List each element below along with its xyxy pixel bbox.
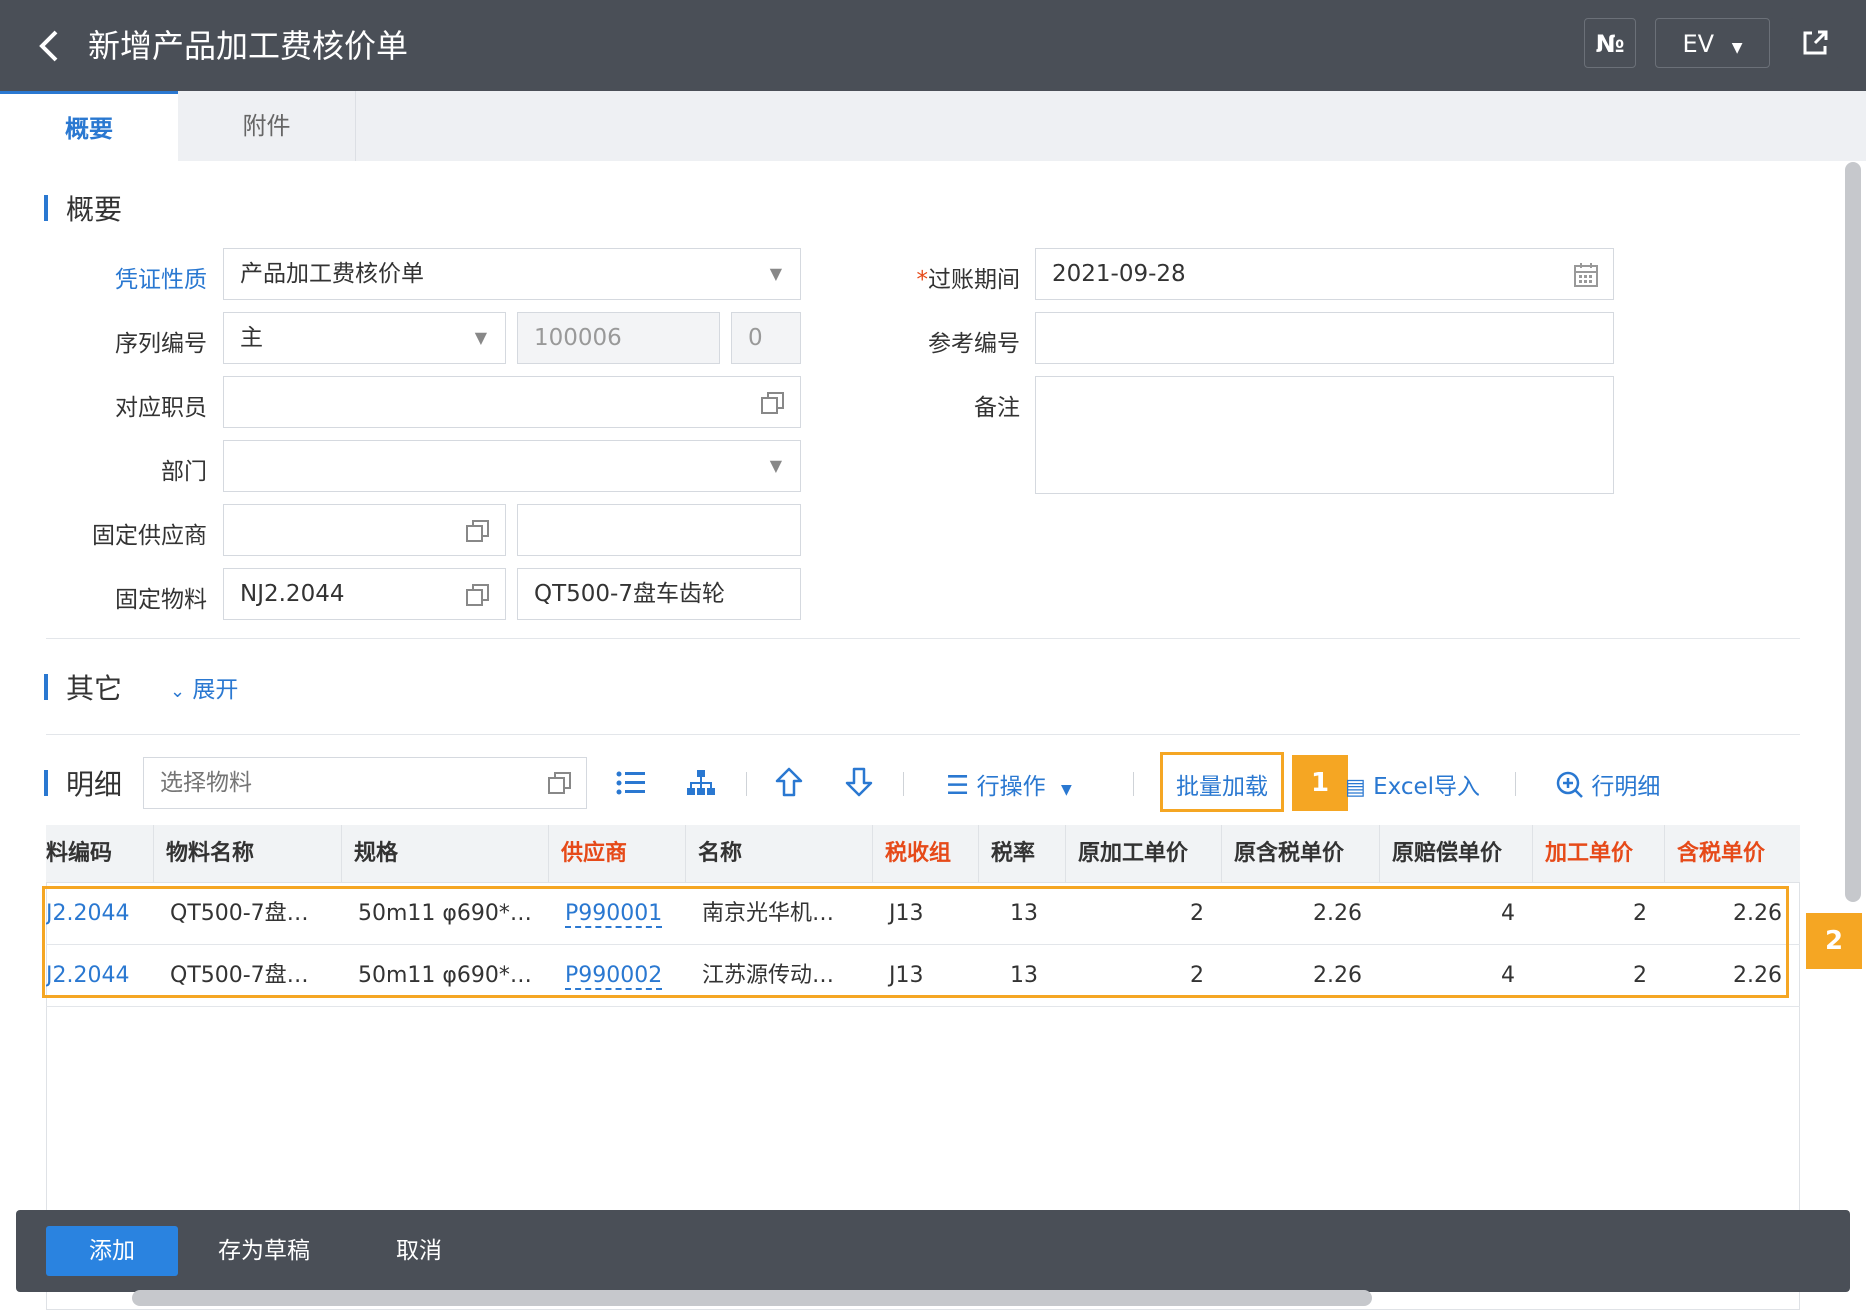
caret-down-icon: ▼: [769, 264, 782, 283]
annotation-badge-1: 1: [1292, 755, 1348, 811]
cancel-button[interactable]: 取消: [396, 1226, 442, 1276]
page-title: 新增产品加工费核价单: [88, 27, 409, 65]
dept-label: 部门: [161, 459, 207, 485]
ev-label: EV: [1682, 30, 1715, 58]
toolbar-divider: [1515, 772, 1516, 796]
remark-label: 备注: [974, 395, 1020, 421]
expand-toggle[interactable]: ⌄ 展开: [170, 670, 238, 704]
employee-field[interactable]: [223, 376, 801, 428]
section-marker: [44, 195, 48, 221]
voucher-type-value: 产品加工费核价单: [240, 261, 424, 287]
move-down-icon[interactable]: [844, 766, 874, 798]
toolbar-divider: [746, 772, 747, 796]
menu-icon: ☰: [946, 771, 970, 801]
copy-icon[interactable]: [547, 770, 573, 796]
period-value: 2021-09-28: [1052, 261, 1186, 287]
list-icon[interactable]: [616, 769, 646, 797]
row-ops-menu[interactable]: ☰ 行操作 ▼: [946, 767, 1072, 801]
vertical-scrollbar[interactable]: [1845, 162, 1861, 902]
caret-down-icon: ▼: [1731, 40, 1743, 56]
excel-icon: ▤: [1345, 775, 1366, 800]
material-name-field[interactable]: QT500-7盘车齿轮: [517, 568, 801, 620]
col-orig-tax-price[interactable]: 原含税单价: [1222, 825, 1380, 883]
voucher-type-select[interactable]: 产品加工费核价单 ▼: [223, 248, 801, 300]
caret-down-icon: ▼: [1060, 782, 1072, 798]
expand-label: 展开: [192, 677, 239, 703]
rows-highlight: [42, 886, 1789, 998]
calendar-icon[interactable]: [1573, 262, 1599, 288]
divider: [46, 638, 1800, 639]
dept-select[interactable]: ▼: [223, 440, 801, 492]
excel-import-label: Excel导入: [1373, 774, 1481, 800]
material-search-field[interactable]: [143, 757, 587, 809]
serial-label: 序列编号: [115, 331, 207, 357]
ref-label: 参考编号: [928, 331, 1020, 357]
row-detail-label: 行明细: [1591, 774, 1661, 800]
serial-value: 主: [240, 325, 263, 351]
supplier-code-field[interactable]: [223, 504, 506, 556]
ev-dropdown-button[interactable]: EV ▼: [1655, 18, 1770, 68]
material-code-value: NJ2.2044: [240, 581, 345, 607]
col-tax-rate[interactable]: 税率: [979, 825, 1066, 883]
toolbar-divider: [903, 772, 904, 796]
hierarchy-icon[interactable]: [686, 769, 716, 797]
horizontal-scrollbar[interactable]: [132, 1290, 1372, 1306]
col-orig-process-price[interactable]: 原加工单价: [1066, 825, 1222, 883]
back-icon[interactable]: [30, 26, 70, 66]
period-label: *过账期间: [855, 260, 1021, 294]
tab-attachments[interactable]: 附件: [178, 91, 356, 161]
number-button[interactable]: №: [1584, 18, 1636, 68]
chevron-down-icon: ⌄: [170, 681, 186, 702]
material-label: 固定物料: [115, 587, 207, 613]
col-material-code[interactable]: 料编码: [46, 825, 154, 883]
serial-select[interactable]: 主 ▼: [223, 312, 506, 364]
material-code-field[interactable]: NJ2.2044: [223, 568, 506, 620]
summary-section-title: 概要: [66, 193, 123, 226]
col-name[interactable]: 名称: [686, 825, 873, 883]
excel-import-button[interactable]: ▤ Excel导入: [1345, 767, 1480, 801]
detail-section-title: 明细: [66, 768, 123, 801]
caret-down-icon: ▼: [474, 328, 487, 347]
col-material-name[interactable]: 物料名称: [154, 825, 342, 883]
serial-suffix-field: 0: [731, 312, 801, 364]
voucher-type-label[interactable]: 凭证性质: [42, 260, 207, 294]
zoom-in-icon: [1556, 771, 1583, 798]
ref-field[interactable]: [1035, 312, 1614, 364]
col-process-price[interactable]: 加工单价: [1533, 825, 1665, 883]
period-label-text: 过账期间: [928, 267, 1020, 293]
copy-icon[interactable]: [465, 582, 491, 608]
supplier-label: 固定供应商: [92, 523, 207, 549]
col-tax-group[interactable]: 税收组: [873, 825, 979, 883]
col-orig-compensation-price[interactable]: 原赔偿单价: [1380, 825, 1533, 883]
other-section-title: 其它: [66, 672, 123, 705]
row-divider: [46, 1006, 1800, 1007]
col-tax-price[interactable]: 含税单价: [1665, 825, 1800, 883]
required-star: *: [916, 267, 929, 293]
supplier-name-field[interactable]: [517, 504, 801, 556]
annotation-badge-2: 2: [1806, 913, 1862, 969]
batch-load-button[interactable]: 批量加载: [1176, 767, 1268, 801]
divider: [46, 734, 1800, 735]
save-draft-button[interactable]: 存为草稿: [218, 1226, 310, 1276]
tab-summary[interactable]: 概要: [0, 91, 178, 161]
copy-icon[interactable]: [760, 390, 786, 416]
add-button[interactable]: 添加: [46, 1226, 178, 1276]
section-marker: [44, 674, 48, 700]
row-ops-label: 行操作: [976, 774, 1046, 800]
row-detail-button[interactable]: 行明细: [1556, 767, 1660, 801]
section-marker: [44, 770, 48, 796]
employee-label: 对应职员: [115, 395, 207, 421]
move-up-icon[interactable]: [774, 766, 804, 798]
serial-number-field: 100006: [517, 312, 720, 364]
material-search-input[interactable]: [143, 757, 587, 809]
col-supplier[interactable]: 供应商: [549, 825, 686, 883]
toolbar-divider: [1133, 772, 1134, 796]
caret-down-icon: ▼: [769, 456, 782, 475]
remark-textarea[interactable]: [1035, 376, 1614, 494]
col-spec[interactable]: 规格: [342, 825, 549, 883]
external-link-icon[interactable]: [1790, 18, 1840, 68]
copy-icon[interactable]: [465, 518, 491, 544]
period-date-field[interactable]: 2021-09-28: [1035, 248, 1614, 300]
